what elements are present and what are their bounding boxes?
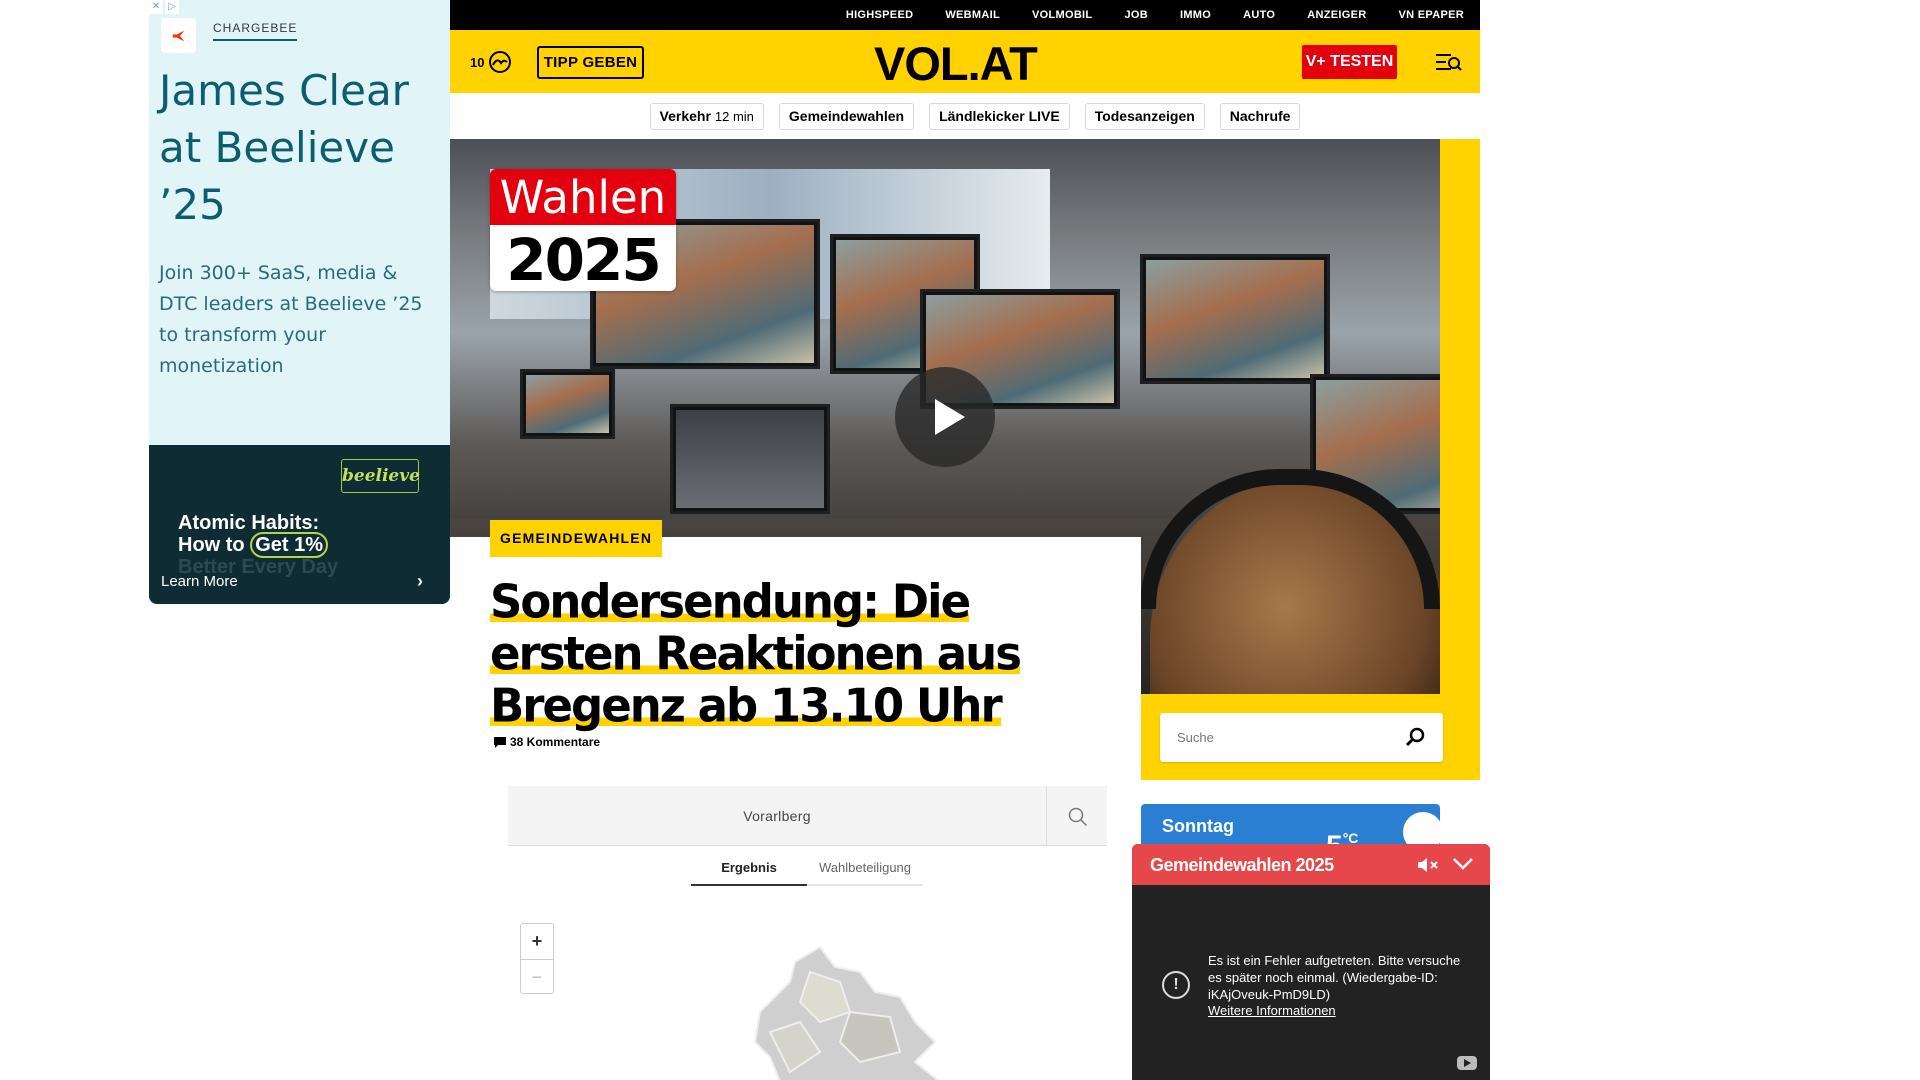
- quicknav-nachrufe[interactable]: Nachrufe: [1219, 102, 1301, 130]
- player-title: Gemeindewahlen 2025: [1150, 855, 1334, 875]
- search-icon[interactable]: [1068, 807, 1088, 827]
- studio-monitor: [1140, 254, 1330, 384]
- weather-cloud-icon: [489, 51, 512, 73]
- page: ✕ ▷ CHARGEBEE James Clear at Beelieve ’2…: [0, 0, 1920, 1080]
- zoom-out-button[interactable]: −: [521, 959, 553, 994]
- ad-book-title: Atomic Habits: How to Get 1% Better Ever…: [178, 512, 338, 578]
- ad-close-icon[interactable]: ✕: [149, 0, 163, 14]
- studio-monitor: [520, 369, 615, 439]
- vorarlberg-map[interactable]: [700, 942, 950, 1080]
- weather-day: Sonntag: [1162, 816, 1234, 836]
- ad-promo-panel[interactable]: beelieve Atomic Habits: How to Get 1% Be…: [149, 445, 450, 604]
- topnav-vn-epaper[interactable]: VN EPAPER: [1399, 9, 1464, 21]
- weather-widget-mini[interactable]: 10: [470, 50, 512, 74]
- tab-wahlbeteiligung[interactable]: Wahlbeteiligung: [807, 856, 923, 886]
- topnav-highspeed[interactable]: HIGHSPEED: [846, 9, 914, 21]
- quicknav-verkehr[interactable]: Verkehr 12 min: [649, 102, 764, 130]
- article-teaser[interactable]: GEMEINDEWAHLEN Sondersendung: Die ersten…: [450, 520, 1141, 1080]
- search-divider: [1046, 786, 1047, 846]
- chevron-down-icon[interactable]: [1452, 856, 1474, 872]
- comment-icon: [494, 736, 506, 748]
- ad-book-line-1: Atomic Habits:: [178, 512, 320, 534]
- badge-year: 2025: [506, 226, 661, 291]
- ad-book-highlight: Get 1%: [250, 532, 329, 558]
- topnav-auto[interactable]: AUTO: [1243, 9, 1275, 21]
- studio-laptop: [670, 404, 830, 514]
- quicknav-todesanzeigen[interactable]: Todesanzeigen: [1084, 102, 1205, 130]
- ad-book-line-2: How to Get 1%: [178, 532, 338, 558]
- vplus-testen-button[interactable]: V+ TESTEN: [1302, 45, 1397, 79]
- badge-title: Wahlen: [490, 169, 676, 225]
- tab-ergebnis[interactable]: Ergebnis: [691, 856, 807, 886]
- zoom-in-button[interactable]: +: [521, 924, 553, 959]
- ad-brand[interactable]: CHARGEBEE: [213, 21, 298, 41]
- player-header: Gemeindewahlen 2025: [1132, 844, 1490, 885]
- tipp-geben-button[interactable]: TIPP GEBEN: [537, 46, 644, 79]
- ad-book-line-2a: How to: [178, 534, 251, 556]
- play-icon[interactable]: [895, 367, 995, 467]
- mute-icon[interactable]: [1417, 856, 1439, 874]
- advertisement[interactable]: ✕ ▷ CHARGEBEE James Clear at Beelieve ’2…: [149, 0, 450, 604]
- menu-search-icon[interactable]: [1436, 51, 1462, 73]
- topnav-volmobil[interactable]: VOLMOBIL: [1032, 9, 1092, 21]
- map-zoom-control: + −: [520, 923, 554, 994]
- article-headline-text[interactable]: Sondersendung: Die ersten Reaktionen aus…: [490, 574, 1022, 733]
- right-accent-strip: [1440, 139, 1480, 780]
- article-headline[interactable]: Sondersendung: Die ersten Reaktionen aus…: [490, 574, 1130, 733]
- ad-body: Join 300+ SaaS, media & DTC leaders at B…: [159, 262, 423, 377]
- more-info-link[interactable]: Weitere Informationen: [1208, 1003, 1336, 1018]
- ad-info-icon[interactable]: ▷: [165, 0, 179, 14]
- site-logo[interactable]: VOL.AT: [874, 36, 1038, 91]
- quicknav-gemeindewahlen[interactable]: Gemeindewahlen: [778, 102, 915, 130]
- site-header: 10 TIPP GEBEN VOL.AT V+ TESTEN: [450, 30, 1480, 93]
- chargebee-logo-icon: [161, 18, 196, 53]
- top-nav: HIGHSPEED WEBMAIL VOLMOBIL JOB IMMO AUTO…: [450, 0, 1480, 30]
- temperature-count: 10: [470, 54, 485, 70]
- region-field[interactable]: Vorarlberg: [508, 786, 1046, 846]
- quicknav-laendlekicker[interactable]: Ländlekicker LIVE: [929, 102, 1070, 130]
- quicknav-verkehr-label: Verkehr: [659, 107, 711, 124]
- election-tabs: Ergebnis Wahlbeteiligung: [691, 856, 923, 886]
- comment-count[interactable]: 38 Kommentare: [494, 735, 600, 749]
- article-kicker[interactable]: GEMEINDEWAHLEN: [490, 520, 663, 557]
- topnav-job[interactable]: JOB: [1124, 9, 1148, 21]
- ad-headline[interactable]: James Clear at Beelieve ’25: [159, 62, 439, 233]
- error-icon: !: [1162, 971, 1190, 999]
- topnav-webmail[interactable]: WEBMAIL: [945, 9, 1000, 21]
- chevron-right-icon[interactable]: ›: [417, 571, 423, 592]
- election-region-search: Vorarlberg: [508, 786, 1107, 846]
- error-message: Es ist ein Fehler aufgetreten. Bitte ver…: [1208, 953, 1461, 1002]
- beelieve-logo: beelieve: [341, 459, 420, 493]
- topnav-immo[interactable]: IMMO: [1180, 9, 1211, 21]
- wahlen-2025-badge: Wahlen 2025: [490, 169, 676, 291]
- quick-nav: Verkehr 12 min Gemeindewahlen Ländlekicke…: [450, 93, 1480, 139]
- topnav-anzeiger[interactable]: ANZEIGER: [1307, 9, 1366, 21]
- comment-count-label: 38 Kommentare: [510, 735, 601, 749]
- site-search[interactable]: Suche: [1160, 713, 1443, 762]
- ad-learn-more-button[interactable]: Learn More: [161, 573, 238, 590]
- search-icon[interactable]: [1405, 727, 1426, 748]
- search-input[interactable]: Suche: [1177, 730, 1214, 745]
- ad-controls: ✕ ▷: [149, 0, 179, 14]
- floating-video-player[interactable]: Gemeindewahlen 2025 ! Es ist ein Fehler …: [1132, 844, 1490, 1080]
- quicknav-verkehr-value: 12 min: [714, 108, 754, 124]
- youtube-icon[interactable]: [1457, 1056, 1477, 1070]
